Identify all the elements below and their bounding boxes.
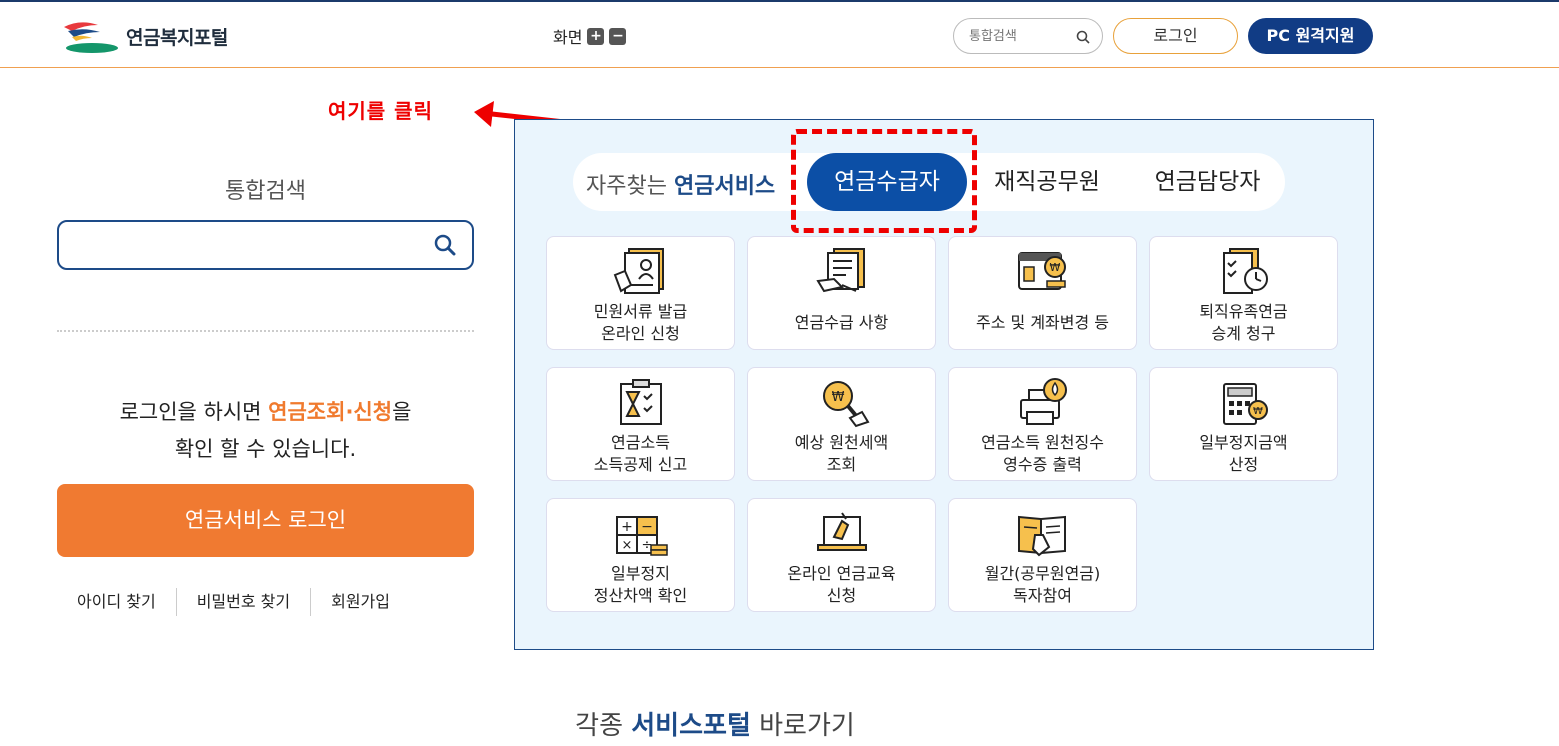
logo-text: 연금복지포털 bbox=[126, 26, 228, 49]
divider bbox=[57, 330, 474, 332]
card-label: 일부정지 정산차액 확인 bbox=[593, 564, 688, 605]
sign-up-link[interactable]: 회원가입 bbox=[311, 588, 410, 616]
card-label: 연금소득 원천징수 영수증 출력 bbox=[981, 433, 1104, 474]
svg-text:−: − bbox=[641, 519, 653, 535]
service-card-pension-status[interactable]: 연금수급 사항 bbox=[747, 236, 936, 350]
service-card-address-account[interactable]: ₩ 주소 및 계좌변경 등 bbox=[948, 236, 1137, 350]
calculator-won-icon: ₩ bbox=[1214, 376, 1274, 428]
card-label: 연금수급 사항 bbox=[794, 313, 889, 332]
header-search bbox=[953, 18, 1103, 54]
account-links: 아이디 찾기 비밀번호 찾기 회원가입 bbox=[57, 588, 474, 616]
card-label: 퇴직유족연금 승계 청구 bbox=[1199, 302, 1288, 343]
card-label: 온라인 연금교육 신청 bbox=[787, 564, 896, 605]
math-coins-icon: + − × ÷ bbox=[611, 507, 671, 559]
svg-text:×: × bbox=[622, 538, 633, 553]
service-card-online-education[interactable]: 온라인 연금교육 신청 bbox=[747, 498, 936, 612]
printer-icon bbox=[1013, 376, 1073, 428]
login-button[interactable]: 로그인 bbox=[1113, 18, 1238, 54]
service-card-withholding-receipt[interactable]: 연금소득 원천징수 영수증 출력 bbox=[948, 367, 1137, 481]
integrated-search-box bbox=[57, 220, 474, 270]
login-message-pre: 로그인을 하시면 bbox=[119, 400, 269, 424]
zoom-control: 화면 + − bbox=[553, 24, 627, 48]
service-card-civil-documents[interactable]: 민원서류 발급 온라인 신청 bbox=[546, 236, 735, 350]
logo-mark-icon bbox=[58, 19, 118, 53]
tab-pension-manager[interactable]: 연금담당자 bbox=[1135, 153, 1280, 211]
service-portals-title-highlight: 서비스포털 bbox=[631, 711, 751, 741]
zoom-label: 화면 bbox=[553, 28, 583, 47]
svg-text:₩: ₩ bbox=[832, 390, 845, 405]
card-label: 일부정지금액 산정 bbox=[1199, 433, 1288, 474]
card-label: 주소 및 계좌변경 등 bbox=[975, 313, 1110, 332]
certificate-icon bbox=[611, 245, 671, 297]
frequent-services-label: 자주찾는 연금서비스 bbox=[586, 168, 775, 200]
integrated-search-title: 통합검색 bbox=[225, 179, 306, 204]
service-portals-title: 각종 서비스포털 바로가기 bbox=[0, 705, 1430, 742]
card-label: 월간(공무원연금) 독자참여 bbox=[984, 564, 1101, 605]
card-label: 예상 원천세액 조회 bbox=[794, 433, 889, 474]
zoom-in-button[interactable]: + bbox=[587, 27, 605, 45]
service-card-income-deduction[interactable]: 연금소득 소득공제 신고 bbox=[546, 367, 735, 481]
checklist-clock-icon bbox=[1214, 245, 1274, 297]
card-label: 연금소득 소득공제 신고 bbox=[593, 433, 688, 474]
zoom-out-button[interactable]: − bbox=[609, 27, 627, 45]
find-password-link[interactable]: 비밀번호 찾기 bbox=[177, 588, 312, 616]
search-icon[interactable] bbox=[1076, 29, 1090, 48]
service-card-survivor-pension[interactable]: 퇴직유족연금 승계 청구 bbox=[1149, 236, 1338, 350]
frequent-services-label-pre: 자주찾는 bbox=[586, 174, 674, 199]
hourglass-clipboard-icon bbox=[611, 376, 671, 428]
laptop-hand-icon bbox=[812, 507, 872, 559]
service-card-settlement-difference[interactable]: + − × ÷ 일부정지 정산차액 확인 bbox=[546, 498, 735, 612]
login-message: 로그인을 하시면 연금조회·신청을 확인 할 수 있습니다. bbox=[57, 394, 474, 468]
header-search-input[interactable] bbox=[954, 19, 1064, 53]
service-portals-title-pre: 각종 bbox=[575, 711, 632, 741]
service-card-partial-suspension-amount[interactable]: ₩ 일부정지금액 산정 bbox=[1149, 367, 1338, 481]
svg-text:+: + bbox=[621, 519, 633, 535]
tab-active-official[interactable]: 재직공무원 bbox=[972, 153, 1122, 211]
site-header: 연금복지포털 화면 + − 로그인 PC 원격지원 bbox=[0, 2, 1559, 68]
pension-service-login-button[interactable]: 연금서비스 로그인 bbox=[57, 484, 474, 557]
document-hand-icon bbox=[812, 245, 872, 297]
login-message-line2: 확인 할 수 있습니다. bbox=[174, 437, 357, 461]
integrated-search-input[interactable] bbox=[59, 222, 419, 268]
svg-text:₩: ₩ bbox=[1050, 261, 1061, 274]
service-card-monthly-magazine[interactable]: 월간(공무원연금) 독자참여 bbox=[948, 498, 1137, 612]
service-card-withholding-tax[interactable]: ₩ 예상 원천세액 조회 bbox=[747, 367, 936, 481]
search-icon[interactable] bbox=[434, 234, 456, 260]
remote-support-button[interactable]: PC 원격지원 bbox=[1248, 18, 1373, 54]
login-message-post: 을 bbox=[392, 400, 412, 424]
magnifier-won-icon: ₩ bbox=[812, 376, 872, 428]
annotation-text: 여기를 클릭 bbox=[328, 99, 433, 123]
svg-text:₩: ₩ bbox=[1253, 406, 1263, 417]
service-portals-title-post: 바로가기 bbox=[750, 711, 855, 741]
annotation-highlight-box bbox=[791, 129, 977, 233]
card-coin-icon: ₩ bbox=[1013, 245, 1073, 297]
card-label: 민원서류 발급 온라인 신청 bbox=[593, 302, 688, 343]
frequent-services-label-highlight: 연금서비스 bbox=[673, 174, 776, 199]
site-logo[interactable]: 연금복지포털 bbox=[58, 19, 228, 53]
book-hand-icon bbox=[1013, 507, 1073, 559]
find-id-link[interactable]: 아이디 찾기 bbox=[57, 588, 177, 616]
login-message-highlight: 연금조회·신청 bbox=[268, 400, 393, 424]
